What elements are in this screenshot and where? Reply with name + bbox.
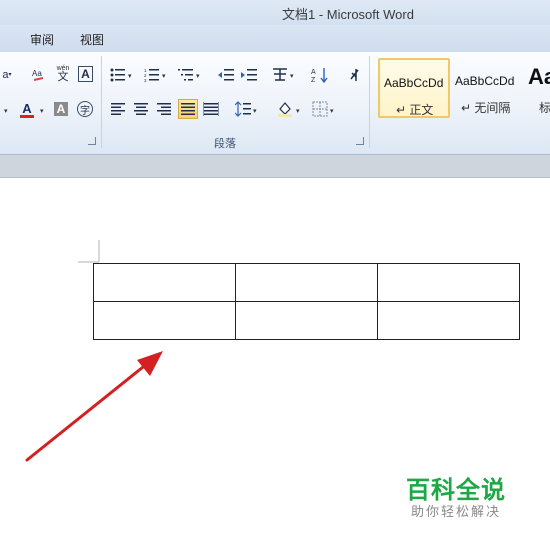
- annotation-arrow-icon: [25, 351, 163, 462]
- watermark-title: 百科全说: [406, 477, 506, 504]
- watermark-subtitle: 助你轻松解决: [411, 504, 502, 519]
